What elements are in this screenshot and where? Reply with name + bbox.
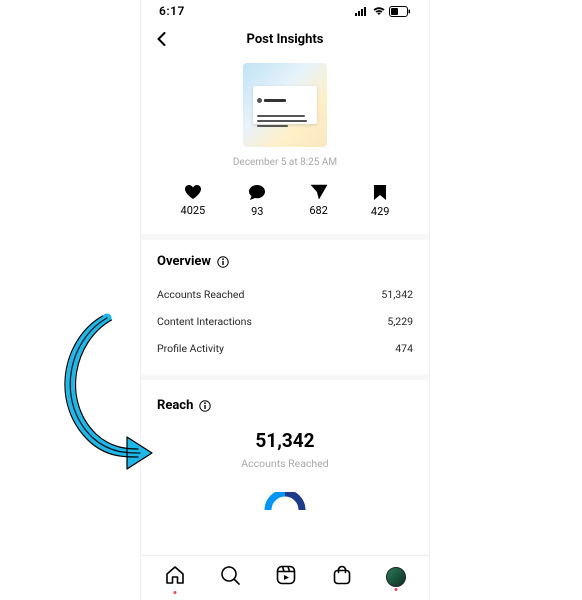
comment-icon (248, 184, 266, 201)
reach-number: 51,342 (157, 429, 413, 452)
post-date: December 5 at 8:25 AM (233, 157, 337, 168)
row-label: Accounts Reached (157, 288, 244, 301)
shop-icon (331, 564, 353, 586)
overview-row-profile[interactable]: Profile Activity 474 (157, 335, 413, 362)
row-value: 474 (395, 342, 413, 355)
post-preview: December 5 at 8:25 AM (141, 59, 429, 182)
nav-reels[interactable] (275, 564, 297, 590)
reach-info-button[interactable] (199, 400, 211, 412)
overview-row-reached[interactable]: Accounts Reached 51,342 (157, 281, 413, 308)
row-label: Content Interactions (157, 315, 252, 328)
info-icon (217, 256, 229, 268)
status-icons (355, 6, 411, 17)
nav-search[interactable] (219, 564, 241, 590)
reach-title: Reach (157, 398, 193, 413)
stat-comments[interactable]: 93 (248, 184, 266, 218)
search-icon (219, 564, 241, 586)
content-area[interactable]: December 5 at 8:25 AM 4025 93 682 429 O (141, 59, 429, 555)
avatar-icon (386, 567, 406, 587)
reach-section: Reach 51,342 Accounts Reached (141, 380, 429, 520)
reels-icon (275, 564, 297, 586)
page-title: Post Insights (247, 32, 324, 47)
back-button[interactable] (155, 31, 169, 50)
overview-header: Overview (157, 254, 413, 269)
nav-home[interactable] (164, 564, 186, 590)
saves-count: 429 (371, 205, 390, 218)
overview-title: Overview (157, 254, 211, 269)
signal-icon (355, 6, 369, 16)
row-label: Profile Activity (157, 342, 224, 355)
reach-caption: Accounts Reached (157, 457, 413, 470)
reach-donut (157, 492, 413, 510)
send-icon (310, 184, 328, 200)
bookmark-icon (373, 184, 387, 201)
row-value: 51,342 (381, 288, 413, 301)
stat-shares[interactable]: 682 (309, 184, 328, 218)
bottom-nav (141, 555, 429, 600)
notification-dot (173, 591, 176, 594)
stat-likes[interactable]: 4025 (181, 184, 206, 218)
thumbnail-card (253, 86, 317, 124)
status-time: 6:17 (159, 4, 185, 18)
wifi-icon (372, 6, 386, 16)
nav-profile[interactable] (386, 567, 406, 587)
battery-icon (389, 6, 411, 17)
overview-info-button[interactable] (217, 256, 229, 268)
donut-chart-icon (264, 492, 306, 510)
info-icon (199, 400, 211, 412)
stat-saves[interactable]: 429 (371, 184, 390, 218)
heart-icon (184, 184, 202, 200)
stats-row: 4025 93 682 429 (141, 182, 429, 240)
post-thumbnail[interactable] (243, 63, 327, 147)
status-bar: 6:17 (141, 0, 429, 22)
reach-header: Reach (157, 398, 413, 413)
notification-dot (395, 588, 398, 591)
nav-shop[interactable] (331, 564, 353, 590)
overview-row-interactions[interactable]: Content Interactions 5,229 (157, 308, 413, 335)
phone-screen: 6:17 Post Insights December 5 at 8:25 AM (140, 0, 430, 600)
home-icon (164, 564, 186, 586)
chevron-left-icon (155, 32, 169, 46)
overview-section: Overview Accounts Reached 51,342 Content… (141, 240, 429, 380)
likes-count: 4025 (181, 204, 206, 217)
comments-count: 93 (251, 205, 263, 218)
row-value: 5,229 (387, 315, 413, 328)
page-header: Post Insights (141, 22, 429, 59)
shares-count: 682 (309, 204, 328, 217)
